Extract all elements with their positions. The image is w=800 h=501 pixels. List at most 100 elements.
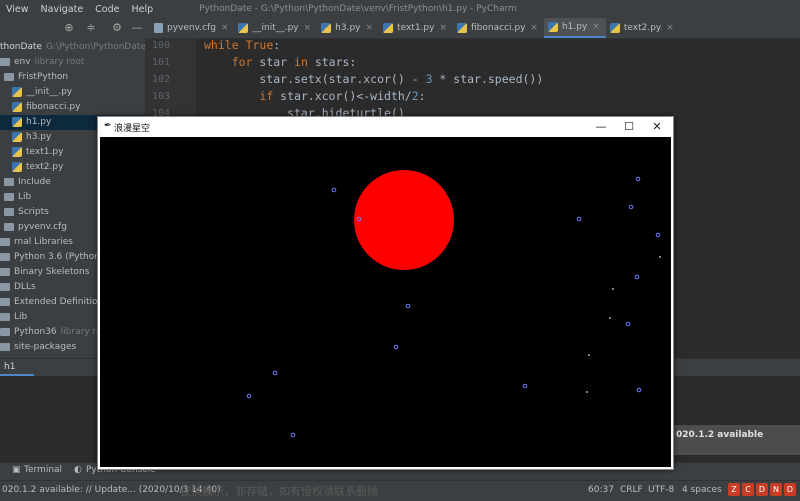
config-file-icon (4, 222, 14, 231)
folder-icon (0, 297, 10, 306)
hide-panel-icon[interactable]: — (130, 21, 144, 35)
editor-tabs: pyvenv.cfg × __init__.py × h3.py × text1.py × fi… (150, 18, 800, 39)
tree-item[interactable]: h3.py (0, 130, 51, 145)
tree-item-label: thonDate (0, 42, 42, 52)
line-separator[interactable]: CRLF (620, 485, 643, 495)
editor-tab[interactable]: h3.py × (317, 18, 379, 38)
tree-item-label: Include (18, 177, 51, 187)
file-encoding[interactable]: UTF-8 (648, 485, 674, 495)
terminal-button[interactable]: Terminal (24, 465, 62, 475)
editor-tab[interactable]: text2.py × (606, 18, 680, 38)
close-tab-icon[interactable]: × (221, 23, 229, 33)
editor-tab-label: __init__.py (252, 23, 299, 33)
tree-item[interactable]: fibonacci.py (0, 100, 80, 115)
tree-item[interactable]: text2.py (0, 160, 63, 175)
folder-icon (4, 192, 14, 201)
star (393, 344, 399, 350)
python-console-icon: ◐ (74, 465, 82, 475)
close-tab-icon[interactable]: × (530, 23, 538, 33)
code-line[interactable]: while True: (204, 38, 280, 52)
close-tab-icon[interactable]: × (666, 23, 674, 33)
code-line[interactable]: star.setx(star.xcor() - 3 * star.speed()… (204, 72, 543, 86)
editor-tab-label: text1.py (397, 23, 435, 33)
tree-item[interactable]: Extended Definitions (0, 295, 108, 310)
code-line[interactable]: if star.xcor()<-width/2: (204, 89, 425, 103)
run-tab-h1[interactable]: h1 (0, 358, 34, 376)
folder-icon (0, 237, 10, 246)
close-button[interactable]: ✕ (644, 118, 670, 135)
tree-item-label: h3.py (26, 132, 52, 142)
editor-tab[interactable]: __init__.py × (234, 18, 317, 38)
moon (354, 170, 454, 270)
tree-item[interactable]: DLLs (0, 280, 36, 295)
watermark-text: 仅供展示，非存储，如有侵权请联系删除 (180, 485, 378, 498)
tree-item-label: fibonacci.py (26, 102, 81, 112)
tree-item[interactable]: text1.py (0, 145, 63, 160)
minimize-button[interactable]: — (588, 118, 614, 135)
tree-item[interactable]: __init__.py (0, 85, 72, 100)
indent-setting[interactable]: 4 spaces (682, 485, 722, 495)
editor-tab[interactable]: h1.py × (543, 18, 606, 38)
collapse-icon[interactable]: ≑ (84, 21, 98, 35)
tree-item-label: Binary Skeletons (14, 267, 90, 277)
star (576, 216, 582, 222)
line-number: 100 (151, 40, 170, 51)
update-notification[interactable]: 020.1.2 available (672, 425, 800, 455)
maximize-button[interactable]: ☐ (616, 118, 642, 135)
folder-icon (4, 177, 14, 186)
menu-help[interactable]: Help (126, 4, 160, 15)
menu-navigate[interactable]: Navigate (35, 4, 90, 15)
terminal-icon: ▣ (12, 465, 21, 475)
tree-item[interactable]: thonDate G:\Python\PythonDate (0, 40, 145, 55)
code-line[interactable]: for star in stars: (204, 55, 357, 69)
tree-item-label: Extended Definitions (14, 297, 108, 307)
tree-item[interactable]: Binary Skeletons (0, 265, 89, 280)
tree-item-label: pyvenv.cfg (18, 222, 67, 232)
close-tab-icon[interactable]: × (592, 22, 600, 32)
tree-item[interactable]: Scripts (0, 205, 49, 220)
tree-item[interactable]: Lib (0, 310, 27, 325)
status-bar: 020.1.2 available: // Update... (2020/10… (0, 480, 800, 501)
caret-position[interactable]: 60:37 (588, 485, 614, 495)
folder-icon (0, 57, 10, 66)
tree-item-label: Lib (14, 312, 28, 322)
editor-tab[interactable]: text1.py × (379, 18, 453, 38)
folder-icon (0, 252, 10, 261)
tree-item[interactable]: env library root (0, 55, 84, 70)
menu-view[interactable]: View (0, 4, 35, 15)
close-tab-icon[interactable]: × (366, 23, 374, 33)
tree-item[interactable]: site-packages (0, 340, 76, 355)
python-file-icon (12, 86, 22, 97)
editor-tab-label: h3.py (335, 23, 361, 33)
editor-tab[interactable]: fibonacci.py × (453, 18, 544, 38)
turtle-window-titlebar[interactable]: ✒ 浪漫星空 — ☐ ✕ (98, 117, 673, 136)
menu-code[interactable]: Code (89, 4, 125, 15)
editor-tab-label: fibonacci.py (471, 23, 526, 33)
tree-item[interactable]: pyvenv.cfg (0, 220, 67, 235)
tree-item[interactable]: Python36 library root (0, 325, 111, 340)
gear-icon[interactable]: ⚙ (110, 21, 124, 35)
tree-item[interactable]: Include (0, 175, 51, 190)
locate-icon[interactable]: ⊕ (62, 21, 76, 35)
close-tab-icon[interactable]: × (304, 23, 312, 33)
tree-item-label: DLLs (14, 282, 36, 292)
site-logo: ZCDND (728, 483, 800, 498)
folder-icon (0, 342, 10, 351)
star (636, 387, 642, 393)
turtle-window[interactable]: ✒ 浪漫星空 — ☐ ✕ (97, 116, 674, 470)
tree-item-label: rnal Libraries (14, 237, 73, 247)
turtle-window-title: 浪漫星空 (114, 124, 151, 134)
star (634, 274, 640, 280)
tree-item[interactable]: rnal Libraries (0, 235, 73, 250)
tree-item[interactable]: Lib (0, 190, 31, 205)
folder-icon (4, 207, 14, 216)
tree-item[interactable]: FristPython (0, 70, 68, 85)
python-file-icon (12, 161, 22, 172)
editor-tab[interactable]: pyvenv.cfg × (150, 18, 234, 38)
line-number: 101 (151, 57, 170, 68)
python-file-icon (609, 23, 620, 33)
close-tab-icon[interactable]: × (439, 23, 447, 33)
tree-item-label: __init__.py (26, 87, 73, 97)
tree-item-label: Scripts (18, 207, 49, 217)
tree-item-annotation: library root (34, 57, 85, 67)
